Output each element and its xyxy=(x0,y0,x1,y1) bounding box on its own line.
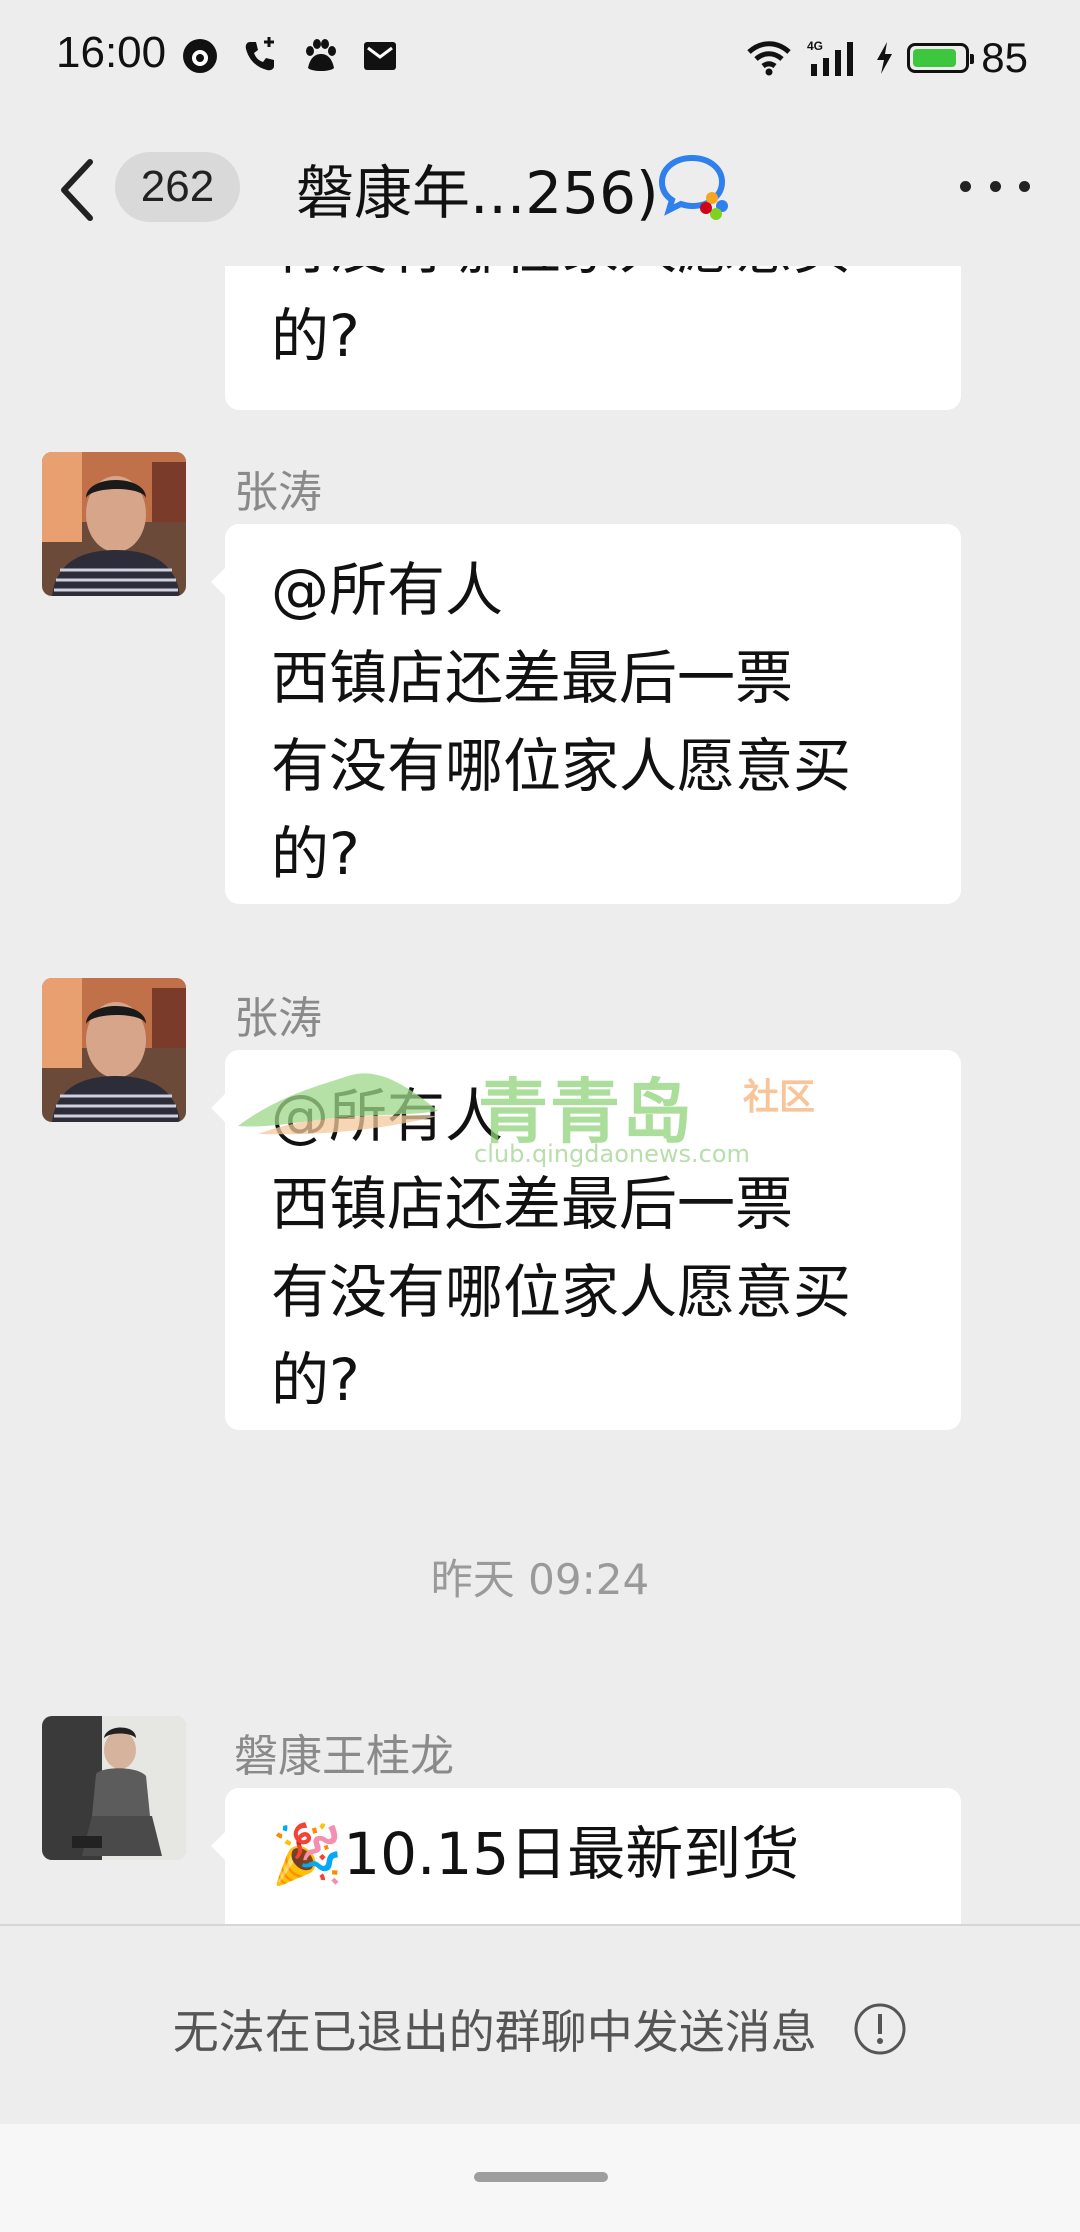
wifi-icon xyxy=(747,41,791,76)
message-line: 的? xyxy=(271,302,360,370)
avatar-icon[interactable] xyxy=(42,452,186,596)
footer-message: 无法在已退出的群聊中发送消息 xyxy=(172,2005,817,2059)
status-system-icons: 4G 85 xyxy=(745,34,1028,82)
navigation-bar xyxy=(0,2124,1080,2232)
more-icon[interactable] xyxy=(960,176,1030,196)
message-list[interactable]: 有没有哪位家人愿意买 的? 张涛 @所有人 西镇店还差最后一票 有没有哪位家人愿… xyxy=(0,266,1080,1924)
message-line: 🎉10.15日最新到货 xyxy=(271,1820,800,1888)
mail-icon xyxy=(364,42,396,70)
chat-title[interactable]: 磐康年...256) xyxy=(296,146,659,230)
info-icon[interactable] xyxy=(853,2002,907,2056)
message-line: 西镇店还差最后一票 xyxy=(271,1170,794,1238)
chat-header: 262 磐康年...256) xyxy=(0,120,1080,270)
message-line: 的? xyxy=(271,1346,360,1414)
timestamp: 昨天 09:24 xyxy=(430,1555,650,1604)
wechat-work-icon[interactable] xyxy=(656,152,736,222)
back-icon[interactable] xyxy=(50,150,110,230)
status-notification-icons xyxy=(180,36,400,76)
message-line: 有没有哪位家人愿意买 xyxy=(271,266,915,292)
avatar-icon[interactable] xyxy=(42,978,186,1122)
message-bubble[interactable]: 🎉10.15日最新到货 xyxy=(211,1788,961,1924)
battery-icon xyxy=(907,43,975,73)
app-notification-icon xyxy=(183,39,217,73)
status-time: 16:00 xyxy=(56,28,167,77)
footer-notice: 无法在已退出的群聊中发送消息 xyxy=(0,1996,1080,2062)
signal-icon: 4G xyxy=(807,39,854,76)
message-line: @所有人 xyxy=(271,556,504,624)
message-bubble[interactable]: @所有人 西镇店还差最后一票 有没有哪位家人愿意买 的? xyxy=(211,1050,961,1430)
message-line: 的? xyxy=(271,820,360,888)
message-line: @所有人 xyxy=(271,1082,504,1150)
sender-name: 张涛 xyxy=(234,993,322,1044)
chat-screen: 16:00 4G 85 262 磐康年...256) 的? 张涛 @所有人 西镇… xyxy=(0,0,1080,2232)
message-bubble[interactable]: 有没有哪位家人愿意买 的? xyxy=(225,266,961,410)
baidu-paw-icon xyxy=(306,39,336,71)
input-disabled-bar: 无法在已退出的群聊中发送消息 xyxy=(0,1924,1080,2126)
message-line: 西镇店还差最后一票 xyxy=(271,644,794,712)
battery-percentage: 85 xyxy=(981,34,1028,81)
phone-icon xyxy=(245,37,274,71)
svg-text:4G: 4G xyxy=(807,39,823,53)
unread-count-badge[interactable]: 262 xyxy=(115,152,240,222)
status-bar: 16:00 4G 85 xyxy=(0,0,1080,120)
avatar-icon[interactable] xyxy=(42,1716,186,1860)
charging-icon xyxy=(877,42,893,74)
message-bubble[interactable]: @所有人 西镇店还差最后一票 有没有哪位家人愿意买 的? xyxy=(211,524,961,904)
sender-name: 磐康王桂龙 xyxy=(234,1731,454,1782)
message-line: 有没有哪位家人愿意买 xyxy=(271,732,852,800)
sender-name: 张涛 xyxy=(234,467,322,518)
message-line: 有没有哪位家人愿意买 xyxy=(271,1258,852,1326)
home-indicator[interactable] xyxy=(474,2172,608,2182)
